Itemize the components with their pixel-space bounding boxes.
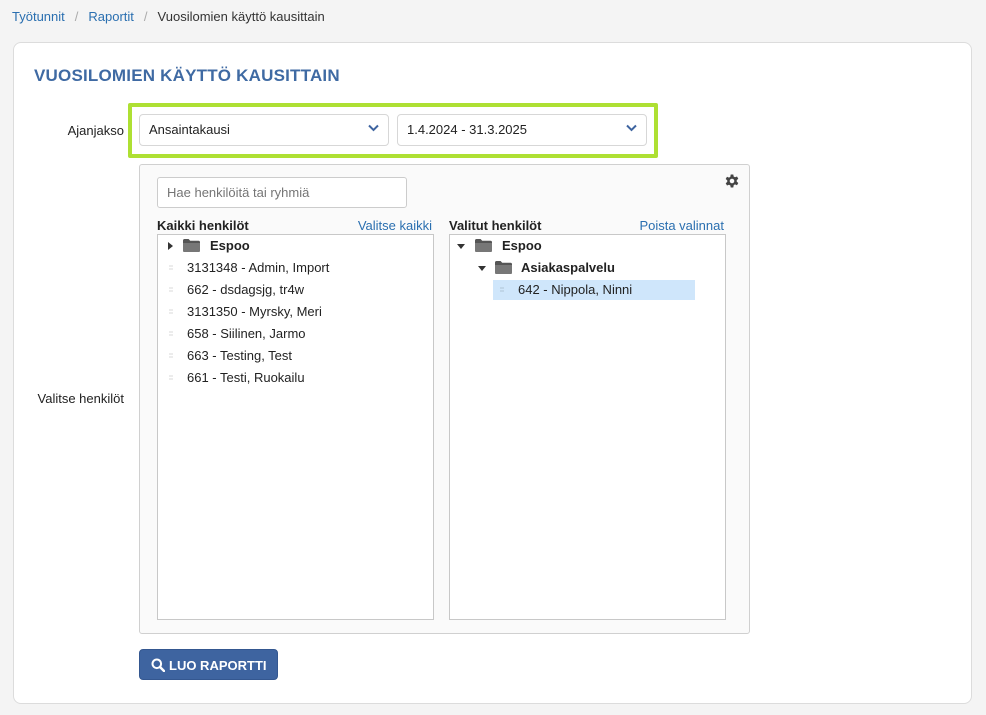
period-label: Ajanjakso bbox=[67, 123, 124, 138]
person-label: 642 - Nippola, Ninni bbox=[518, 282, 633, 297]
leaf-dots-icon bbox=[169, 331, 173, 336]
breadcrumb-separator: / bbox=[143, 9, 148, 24]
all-persons-heading: Kaikki henkilöt bbox=[157, 218, 249, 233]
all-persons-tree: Espoo 3131348 - Admin, Import 662 - dsda… bbox=[157, 234, 434, 620]
period-type-select[interactable]: Ansaintakausi bbox=[139, 114, 389, 146]
leaf-dots-icon bbox=[169, 309, 173, 314]
breadcrumb-raportit[interactable]: Raportit bbox=[88, 9, 134, 24]
breadcrumb: Työtunnit / Raportit / Vuosilomien käyttö ka… bbox=[12, 9, 325, 24]
selected-persons-heading: Valitut henkilöt bbox=[449, 218, 542, 233]
create-report-button[interactable]: LUO RAPORTTI bbox=[139, 649, 278, 680]
search-icon bbox=[151, 658, 165, 672]
leaf-dots-icon bbox=[169, 265, 173, 270]
person-search-input[interactable] bbox=[157, 177, 407, 208]
persons-label: Valitse henkilöt bbox=[37, 391, 124, 406]
period-type-value: Ansaintakausi bbox=[149, 122, 230, 137]
person-label: 662 - dsdagsjg, tr4w bbox=[187, 282, 305, 297]
leaf-dots-icon bbox=[500, 287, 504, 292]
chevron-down-icon bbox=[626, 124, 637, 132]
caret-right-icon[interactable] bbox=[168, 242, 173, 250]
person-label: 3131350 - Myrsky, Meri bbox=[187, 304, 322, 319]
report-card: VUOSILOMIEN KÄYTTÖ KAUSITTAIN Ajanjakso … bbox=[13, 42, 972, 704]
period-range-value: 1.4.2024 - 31.3.2025 bbox=[407, 122, 527, 137]
tree-group-label: Asiakaspalvelu bbox=[521, 260, 615, 275]
tree-group-label: Espoo bbox=[210, 238, 250, 253]
gear-icon[interactable] bbox=[724, 173, 740, 189]
person-label: 658 - Siilinen, Jarmo bbox=[187, 326, 306, 341]
leaf-dots-icon bbox=[169, 287, 173, 292]
person-picker: Kaikki henkilöt Valitse kaikki Espoo 313… bbox=[139, 164, 750, 634]
folder-icon bbox=[475, 239, 492, 252]
breadcrumb-separator: / bbox=[74, 9, 79, 24]
leaf-dots-icon bbox=[169, 375, 173, 380]
page-title: VUOSILOMIEN KÄYTTÖ KAUSITTAIN bbox=[34, 66, 340, 85]
folder-icon bbox=[495, 261, 512, 274]
breadcrumb-tyotunnit[interactable]: Työtunnit bbox=[12, 9, 65, 24]
caret-down-icon[interactable] bbox=[478, 266, 486, 271]
clear-selection-link[interactable]: Poista valinnat bbox=[639, 218, 724, 233]
person-label: 663 - Testing, Test bbox=[187, 348, 293, 363]
period-range-select[interactable]: 1.4.2024 - 31.3.2025 bbox=[397, 114, 647, 146]
caret-down-icon[interactable] bbox=[457, 244, 465, 249]
person-label: 3131348 - Admin, Import bbox=[187, 260, 330, 275]
list-item-selected[interactable]: 642 - Nippola, Ninni bbox=[493, 280, 695, 300]
select-all-link[interactable]: Valitse kaikki bbox=[358, 218, 432, 233]
selected-persons-tree: Espoo Asiakaspalvelu 642 - Nippola, Ninn… bbox=[449, 234, 726, 620]
create-report-label: LUO RAPORTTI bbox=[169, 658, 267, 673]
folder-icon bbox=[183, 239, 200, 252]
leaf-dots-icon bbox=[169, 353, 173, 358]
tree-group-label: Espoo bbox=[502, 238, 542, 253]
person-label: 661 - Testi, Ruokailu bbox=[187, 370, 305, 385]
breadcrumb-current: Vuosilomien käyttö kausittain bbox=[157, 9, 325, 24]
chevron-down-icon bbox=[368, 124, 379, 132]
